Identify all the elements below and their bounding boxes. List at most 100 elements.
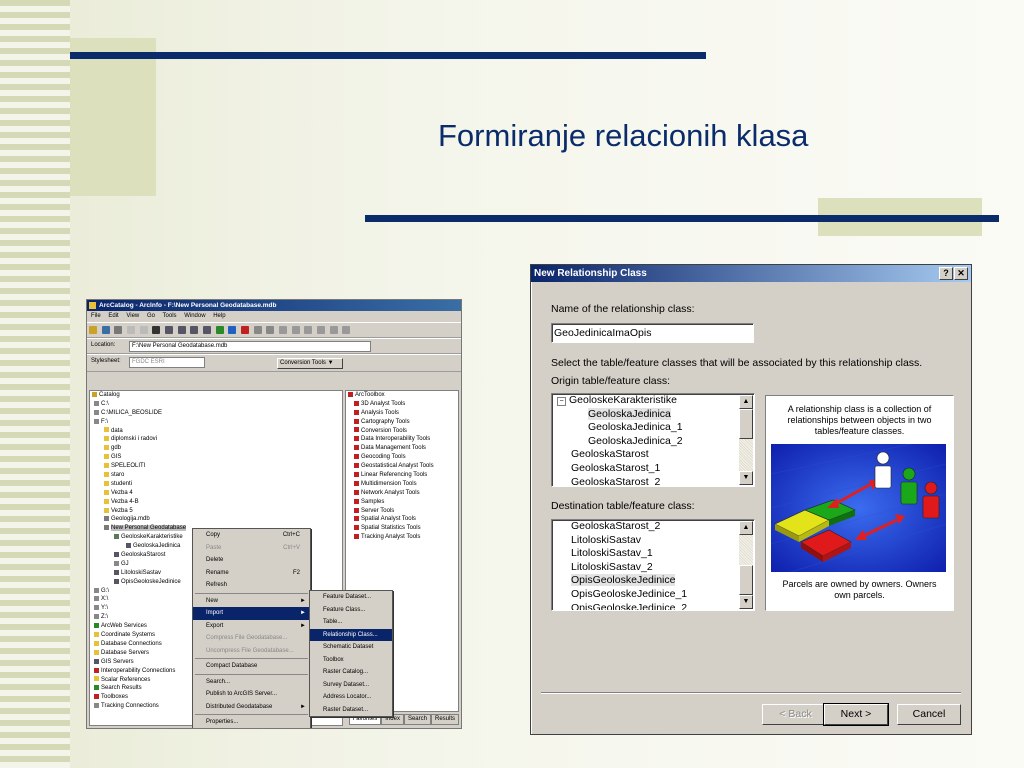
toolbox-item[interactable]: 3D Analyst Tools [346, 400, 458, 409]
menu-edit[interactable]: Edit [108, 313, 118, 319]
menu-file[interactable]: File [91, 313, 101, 319]
toolbox-item[interactable]: Linear Referencing Tools [346, 471, 458, 480]
submenu-item-schematic-dataset[interactable]: Schematic Dataset [310, 641, 392, 654]
scroll-up-icon[interactable]: ▲ [739, 395, 753, 409]
tree-item[interactable]: C:\MILICA_BEOSLIDE [90, 409, 342, 418]
menu-help[interactable]: Help [213, 313, 225, 319]
destination-item[interactable]: LitoloskiSastav_1 [552, 547, 754, 561]
collapse-icon[interactable]: − [557, 397, 566, 406]
tree-item[interactable]: staro [90, 471, 342, 480]
menu-item-new[interactable]: New ► [193, 595, 310, 608]
toolbox-item[interactable]: Conversion Tools [346, 427, 458, 436]
tree-item[interactable]: SPELEOLITI [90, 462, 342, 471]
menu-view[interactable]: View [126, 313, 139, 319]
toolbox-item[interactable]: Spatial Statistics Tools [346, 524, 458, 533]
menu-item-import[interactable]: Import ► [193, 607, 310, 620]
toolbox-item[interactable]: Data Management Tools [346, 444, 458, 453]
origin-item[interactable]: GeoloskaStarost_1 [552, 462, 754, 476]
tree-item[interactable]: Geologija.mdb [90, 515, 342, 524]
whats-this-icon[interactable] [266, 326, 275, 334]
tree-item[interactable]: Vezba 5 [90, 507, 342, 516]
destination-item[interactable]: OpisGeoloskeJedinice_1 [552, 588, 754, 602]
toolbox-item[interactable]: Samples [346, 498, 458, 507]
toolbox-item[interactable]: Network Analyst Tools [346, 489, 458, 498]
destination-item[interactable]: LitoloskiSastav [552, 534, 754, 548]
toolbox-item[interactable]: Tracking Analyst Tools [346, 533, 458, 542]
tree-item[interactable]: Vezba 4-B [90, 498, 342, 507]
menu-item-compress[interactable]: Compress File Geodatabase... [193, 632, 310, 645]
tree-item[interactable]: F:\ [90, 418, 342, 427]
create-thumbnail-icon[interactable] [342, 326, 351, 334]
submenu-item-raster-catalog[interactable]: Raster Catalog... [310, 666, 392, 679]
pan-icon[interactable] [304, 326, 313, 334]
copy-icon[interactable] [127, 326, 136, 334]
tree-item[interactable]: studenti [90, 480, 342, 489]
menu-item-export[interactable]: Export ► [193, 620, 310, 633]
menu-item-uncompress[interactable]: Uncompress File Geodatabase... [193, 645, 310, 658]
menu-item-paste[interactable]: Paste Ctrl+V [193, 542, 310, 555]
menu-item-delete[interactable]: Delete [193, 554, 310, 567]
destination-item[interactable]: OpisGeoloskeJedinice_2 [552, 602, 754, 610]
tree-item[interactable]: Vezba 4 [90, 489, 342, 498]
scroll-thumb[interactable] [739, 409, 753, 439]
menu-item-rename[interactable]: Rename F2 [193, 567, 310, 580]
tab-results[interactable]: Results [430, 714, 459, 725]
disconnect-icon[interactable] [114, 326, 123, 334]
up-folder-icon[interactable] [89, 326, 97, 334]
destination-list[interactable]: GeoloskaStarost_2 LitoloskiSastav Litolo… [551, 519, 755, 611]
menu-item-distributed[interactable]: Distributed Geodatabase ► [193, 701, 310, 714]
tree-item[interactable]: C:\ [90, 400, 342, 409]
origin-item[interactable]: GeoloskaJedinica_2 [552, 435, 754, 449]
toolbox-item[interactable]: Cartography Tools [346, 418, 458, 427]
origin-item[interactable]: − GeoloskeKarakteristike [552, 394, 754, 408]
paste-icon[interactable] [139, 326, 148, 334]
submenu-item-survey-dataset[interactable]: Survey Dataset... [310, 679, 392, 692]
menu-item-publish[interactable]: Publish to ArcGIS Server... [193, 688, 310, 701]
scroll-down-icon[interactable]: ▼ [739, 471, 753, 485]
submenu-item-feature-class[interactable]: Feature Class... [310, 604, 392, 617]
origin-item[interactable]: GeoloskaStarost_2 [552, 476, 754, 486]
arctoolbox-icon[interactable] [241, 326, 250, 334]
scroll-up-icon[interactable]: ▲ [739, 521, 753, 535]
toolbox-item[interactable]: Geostatistical Analyst Tools [346, 462, 458, 471]
next-button[interactable]: Next > [823, 703, 889, 726]
menu-item-copy[interactable]: Copy Ctrl+C [193, 529, 310, 542]
toolbox-item[interactable]: Server Tools [346, 507, 458, 516]
submenu-item-toolbox[interactable]: Toolbox [310, 654, 392, 667]
help-button[interactable]: ? [939, 267, 953, 280]
origin-item[interactable]: GeoloskaJedinica_1 [552, 421, 754, 435]
delete-icon[interactable] [152, 326, 161, 334]
menu-window[interactable]: Window [184, 313, 205, 319]
submenu-item-feature-dataset[interactable]: Feature Dataset... [310, 591, 392, 604]
thumbnails-icon[interactable] [203, 326, 212, 334]
details-icon[interactable] [190, 326, 199, 334]
tree-item[interactable]: diplomski i radovi [90, 435, 342, 444]
tree-item[interactable]: data [90, 427, 342, 436]
tree-item-catalog[interactable]: Catalog [90, 391, 342, 400]
back-button[interactable]: < Back [762, 704, 829, 725]
large-icons-icon[interactable] [165, 326, 174, 334]
full-extent-icon[interactable] [317, 326, 326, 334]
scroll-thumb[interactable] [739, 565, 753, 595]
origin-item-selected[interactable]: GeoloskaJedinica [552, 407, 754, 422]
toolbox-item[interactable]: Data Interoperability Tools [346, 435, 458, 444]
identify-icon[interactable] [329, 326, 338, 334]
conversion-tools-button[interactable]: Conversion Tools ▼ [277, 358, 343, 369]
menu-item-search[interactable]: Search... [193, 676, 310, 689]
tree-item[interactable]: GIS [90, 453, 342, 462]
location-field[interactable]: F:\New Personal Geodatabase.mdb [129, 341, 371, 352]
toolbox-item[interactable]: Analysis Tools [346, 409, 458, 418]
zoom-in-icon[interactable] [279, 326, 288, 334]
submenu-item-relationship-class[interactable]: Relationship Class... [310, 628, 392, 641]
menu-go[interactable]: Go [147, 313, 155, 319]
tab-search[interactable]: Search [403, 714, 431, 725]
destination-item[interactable]: GeoloskaStarost_2 [552, 520, 754, 534]
menu-item-properties[interactable]: Properties... [193, 716, 310, 728]
close-button[interactable]: ✕ [954, 267, 968, 280]
scroll-down-icon[interactable]: ▼ [739, 595, 753, 609]
toolbox-item[interactable]: Multidimension Tools [346, 480, 458, 489]
submenu-item-raster-dataset[interactable]: Raster Dataset... [310, 704, 392, 717]
cancel-button[interactable]: Cancel [897, 704, 961, 725]
launch-arcmap-icon[interactable] [215, 326, 224, 334]
connect-icon[interactable] [101, 326, 110, 334]
